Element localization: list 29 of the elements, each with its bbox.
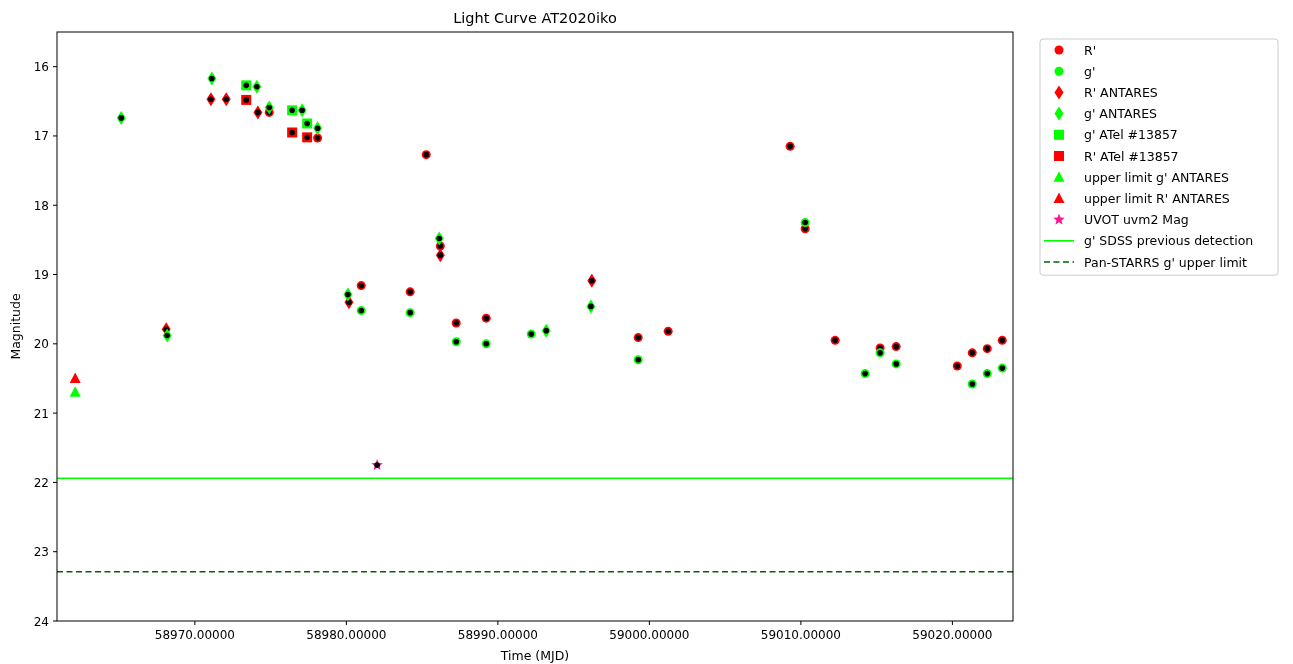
x-tick-label: 58970.00000 [154,628,235,642]
x-tick-label: 59020.00000 [912,628,993,642]
y-tick-label: 24 [33,614,49,629]
y-tick-label: 16 [33,60,49,75]
x-tick-label: 58990.00000 [457,628,538,642]
legend-label: g' [1084,63,1096,79]
y-tick-label: 20 [33,337,49,352]
x-tick-label: 59000.00000 [609,628,690,642]
y-tick-label: 23 [33,545,49,560]
x-axis-label: Time (MJD) [500,648,570,663]
x-tick-label: 59010.00000 [760,628,841,642]
y-tick-label: 22 [33,475,49,490]
legend-label: upper limit g' ANTARES [1084,169,1230,185]
x-tick-label: 58980.00000 [306,628,387,642]
legend-label: g' ATel #13857 [1084,127,1178,143]
legend-label: R' [1084,42,1097,58]
y-tick-label: 17 [33,129,49,144]
legend-label: Pan-STARRS g' upper limit [1084,254,1247,270]
chart-title: Light Curve AT2020iko [453,10,617,26]
legend-label: R' ANTARES [1084,84,1158,100]
legend-label: g' SDSS previous detection [1084,233,1254,249]
legend-label: R' ATel #13857 [1084,148,1179,164]
y-axis-label: Magnitude [8,293,23,360]
y-tick-label: 18 [33,198,49,213]
y-tick-label: 19 [33,268,49,283]
y-tick-label: 21 [33,406,49,421]
legend-label: g' ANTARES [1084,106,1157,122]
legend-label: UVOT uvm2 Mag [1084,212,1189,228]
legend-label: upper limit R' ANTARES [1084,190,1230,206]
